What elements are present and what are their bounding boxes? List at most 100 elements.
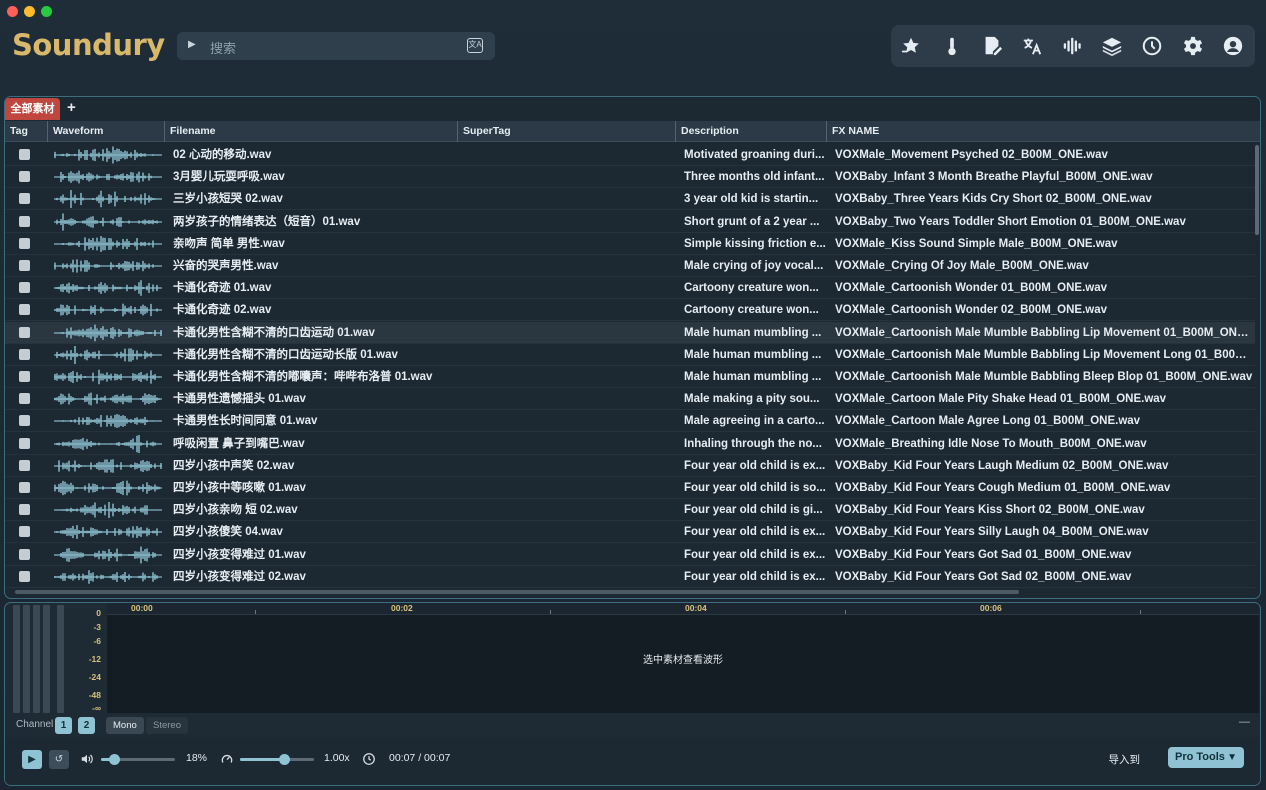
table-row[interactable]: 四岁小孩亲吻 短 02.wav Four year old child is gi…	[5, 499, 1255, 522]
column-filename[interactable]: Filename	[164, 121, 457, 142]
row-waveform[interactable]	[52, 345, 164, 364]
edit-document-icon[interactable]	[981, 35, 1003, 57]
row-tag-checkbox[interactable]	[19, 415, 30, 427]
table-row[interactable]: 四岁小孩傻笑 04.wav Four year old child is ex..…	[5, 521, 1255, 544]
stereo-button[interactable]: Stereo	[146, 717, 188, 734]
row-tag-checkbox[interactable]	[19, 193, 30, 205]
speed-slider-knob[interactable]	[279, 754, 291, 765]
row-waveform[interactable]	[52, 257, 164, 275]
search-input[interactable]: 搜索	[210, 38, 236, 57]
row-tag-checkbox[interactable]	[19, 371, 30, 382]
table-row[interactable]: 卡通化男性含糊不清的嘟囔声：哔哔布洛普 01.wav Male human mum…	[5, 366, 1255, 388]
row-waveform[interactable]	[52, 324, 164, 342]
row-tag-checkbox[interactable]	[19, 326, 30, 338]
table-row[interactable]: 两岁孩子的情绪表达（短音）01.wav Short grunt of a 2 ye…	[5, 211, 1255, 233]
history-icon[interactable]	[1141, 35, 1163, 57]
row-waveform[interactable]	[52, 457, 164, 475]
row-waveform[interactable]	[52, 279, 164, 297]
row-waveform[interactable]	[52, 168, 164, 186]
table-row[interactable]: 呼吸闲置 鼻子到嘴巴.wav Inhaling through the no...…	[5, 433, 1255, 455]
favorites-icon[interactable]	[900, 35, 922, 57]
row-tag-checkbox[interactable]	[19, 171, 30, 183]
row-waveform[interactable]	[52, 368, 164, 386]
volume-slider[interactable]	[101, 754, 175, 765]
row-tag-checkbox[interactable]	[19, 482, 30, 493]
vertical-scrollbar[interactable]	[1255, 145, 1259, 235]
play-icon[interactable]: ▶	[188, 39, 196, 50]
table-row[interactable]: 卡通化奇迹 02.wav Cartoony creature won... VOXM…	[5, 299, 1255, 322]
row-waveform[interactable]	[52, 568, 164, 586]
row-waveform[interactable]	[52, 523, 164, 541]
column-fx-name[interactable]: FX NAME	[826, 121, 1259, 142]
gear-icon[interactable]	[1182, 35, 1204, 57]
row-waveform[interactable]	[52, 434, 164, 453]
row-tag-checkbox[interactable]	[19, 237, 30, 249]
volume-icon[interactable]	[80, 752, 94, 766]
row-waveform[interactable]	[52, 501, 164, 519]
row-tag-checkbox[interactable]	[19, 149, 30, 160]
channel-2-button[interactable]: 2	[78, 717, 95, 734]
row-waveform[interactable]	[52, 301, 164, 319]
row-waveform[interactable]	[52, 390, 164, 408]
time-ruler[interactable]: 00:00 00:02 00:04 00:06	[107, 603, 1259, 615]
table-row[interactable]: 卡通男性长时间同意 01.wav Male agreeing in a carto…	[5, 410, 1255, 433]
tab-all-assets[interactable]: 全部素材	[5, 98, 60, 120]
column-tag[interactable]: Tag	[5, 121, 47, 142]
row-tag-checkbox[interactable]	[19, 437, 30, 449]
thermometer-icon[interactable]	[941, 35, 963, 57]
volume-slider-knob[interactable]	[109, 754, 121, 765]
user-icon[interactable]	[1222, 35, 1244, 57]
row-tag-checkbox[interactable]	[19, 304, 30, 316]
table-row[interactable]: 卡通化男性含糊不清的口齿运动长版 01.wav Male human mumbli…	[5, 344, 1255, 366]
row-tag-checkbox[interactable]	[19, 570, 30, 582]
add-tab-button[interactable]: +	[67, 99, 76, 116]
column-description[interactable]: Description	[675, 121, 826, 142]
table-row[interactable]: 卡通化奇迹 01.wav Cartoony creature won... VOXM…	[5, 277, 1255, 300]
row-waveform[interactable]	[52, 146, 164, 164]
play-button[interactable]: ▶	[22, 750, 42, 769]
table-row[interactable]: 02 心动的移动.wav Motivated groaning duri... VO…	[5, 144, 1255, 166]
row-tag-checkbox[interactable]	[19, 504, 30, 516]
speed-slider[interactable]	[240, 754, 314, 765]
column-waveform[interactable]: Waveform	[47, 121, 164, 142]
table-row[interactable]: 四岁小孩中声笑 02.wav Four year old child is ex.…	[5, 455, 1255, 477]
waveform-icon[interactable]	[1061, 35, 1083, 57]
table-row[interactable]: 3月婴儿玩耍呼吸.wav Three months old infant... VO…	[5, 166, 1255, 189]
table-row[interactable]: 亲吻声 简单 男性.wav Simple kissing friction e..…	[5, 233, 1255, 255]
horizontal-scrollbar[interactable]	[15, 590, 1019, 594]
table-row[interactable]: 卡通化男性含糊不清的口齿运动 01.wav Male human mumbling…	[5, 321, 1255, 344]
row-tag-checkbox[interactable]	[19, 215, 30, 227]
row-waveform[interactable]	[52, 412, 164, 430]
row-waveform[interactable]	[52, 190, 164, 209]
waveform-display[interactable]: 00:00 00:02 00:04 00:06 选中素材查看波形	[107, 603, 1259, 713]
row-waveform[interactable]	[52, 546, 164, 564]
translate-toggle-icon[interactable]: 文A	[467, 38, 483, 53]
row-waveform[interactable]	[52, 213, 164, 231]
row-waveform[interactable]	[52, 479, 164, 497]
table-row[interactable]: 四岁小孩中等咳嗽 01.wav Four year old child is so…	[5, 477, 1255, 499]
row-tag-checkbox[interactable]	[19, 459, 30, 471]
table-row[interactable]: 三岁小孩短哭 02.wav 3 year old kid is startin..…	[5, 188, 1255, 211]
search-bar[interactable]: ▶ 搜索 文A	[177, 32, 495, 60]
zoom-window-button[interactable]	[41, 6, 52, 17]
loop-button[interactable]: ↺	[49, 750, 69, 769]
channel-1-button[interactable]: 1	[55, 717, 72, 734]
row-waveform[interactable]	[52, 235, 164, 253]
table-row[interactable]: 卡通男性遗憾摇头 01.wav Male making a pity sou...…	[5, 388, 1255, 411]
minimize-window-button[interactable]	[24, 6, 35, 17]
table-row[interactable]: 四岁小孩变得难过 02.wav Four year old child is ex…	[5, 566, 1255, 588]
row-tag-checkbox[interactable]	[19, 548, 30, 560]
layers-icon[interactable]	[1101, 35, 1123, 57]
close-window-button[interactable]	[7, 6, 18, 17]
row-tag-checkbox[interactable]	[19, 282, 30, 294]
row-tag-checkbox[interactable]	[19, 260, 30, 271]
table-row[interactable]: 四岁小孩变得难过 01.wav Four year old child is ex…	[5, 544, 1255, 566]
column-supertag[interactable]: SuperTag	[457, 121, 675, 142]
collapse-panel-button[interactable]: —	[1239, 716, 1250, 728]
translate-icon[interactable]	[1021, 35, 1043, 57]
export-target-select[interactable]: Pro Tools ▼	[1168, 747, 1244, 768]
mono-button[interactable]: Mono	[106, 717, 144, 734]
row-tag-checkbox[interactable]	[19, 526, 30, 538]
row-tag-checkbox[interactable]	[19, 393, 30, 405]
table-row[interactable]: 兴奋的哭声男性.wav Male crying of joy vocal... VO…	[5, 255, 1255, 277]
